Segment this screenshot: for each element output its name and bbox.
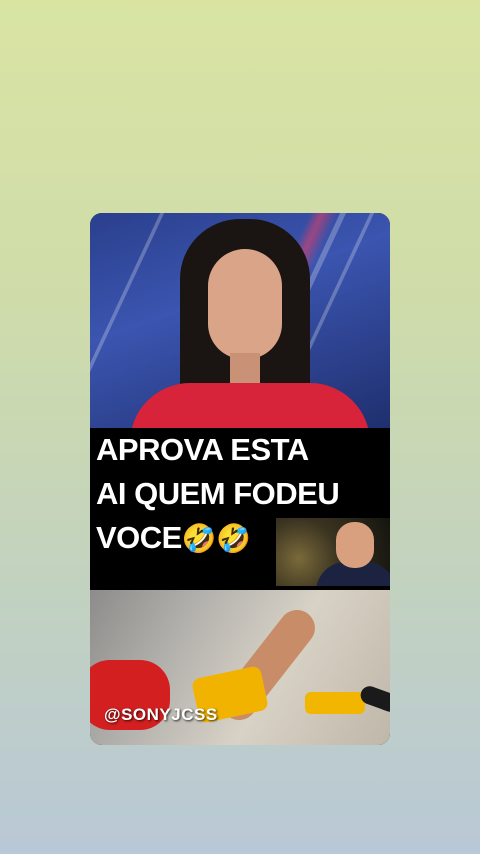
- watermark-handle: @SONYJCSS: [104, 705, 218, 724]
- laughing-emoji-icon: 🤣🤣: [181, 523, 251, 554]
- story-card[interactable]: APROVA ESTA AI QUEM FODEU VOCE🤣🤣 @SONYJC…: [90, 213, 390, 745]
- news-anchor-photo: [90, 213, 390, 443]
- politician-inset-photo: [276, 518, 390, 586]
- caption-line-3: VOCE: [96, 520, 182, 555]
- caption-line-1: APROVA ESTA: [96, 432, 309, 467]
- caption-line-2: AI QUEM FODEU: [96, 476, 340, 511]
